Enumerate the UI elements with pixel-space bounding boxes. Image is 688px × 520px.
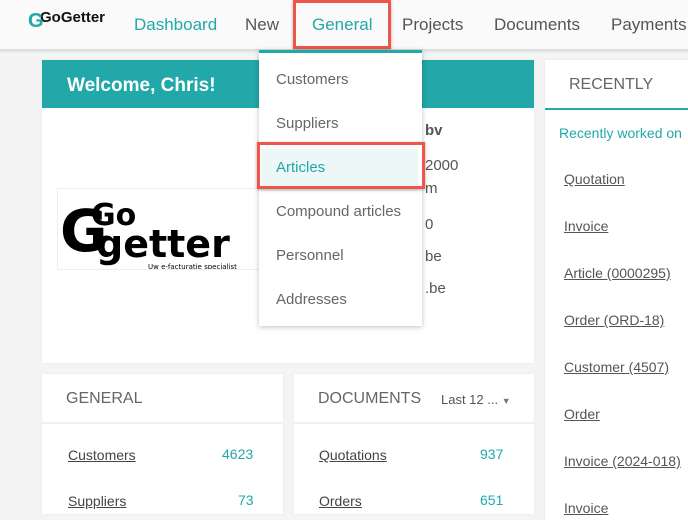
website-fragment: .be — [425, 280, 446, 297]
recently-title: RECENTLY — [545, 60, 688, 110]
company-name-fragment: bv — [425, 122, 443, 139]
general-customers-count: 4623 — [222, 446, 254, 462]
highlight-general — [293, 0, 391, 49]
general-title: GENERAL — [42, 374, 283, 424]
general-card: GENERAL Customers 4623 Suppliers 73 — [42, 374, 283, 514]
caret-down-icon: ▼ — [501, 396, 511, 406]
period-select[interactable]: Last 12 ... ▼ — [441, 392, 511, 407]
general-customers-link[interactable]: Customers — [68, 447, 136, 463]
recent-item[interactable]: Order (ORD-18) — [564, 312, 664, 328]
menu-item-addresses[interactable]: Addresses — [276, 291, 347, 308]
recent-item[interactable]: Invoice — [564, 218, 608, 234]
documents-quotations-count: 937 — [480, 446, 504, 462]
app-logo[interactable]: G GoGetter — [28, 10, 105, 31]
nav-documents[interactable]: Documents — [494, 15, 580, 35]
documents-orders-link[interactable]: Orders — [319, 493, 362, 509]
recent-item[interactable]: Customer (4507) — [564, 359, 669, 375]
menu-item-personnel[interactable]: Personnel — [276, 247, 344, 264]
menu-item-suppliers[interactable]: Suppliers — [276, 115, 339, 132]
recent-item[interactable]: Invoice — [564, 500, 608, 516]
address-fragment: 2000 — [425, 157, 459, 174]
menu-item-compound-articles[interactable]: Compound articles — [276, 203, 401, 220]
city-fragment: m — [425, 180, 438, 197]
svg-text:getter: getter — [96, 222, 230, 266]
nav-new[interactable]: New — [245, 15, 279, 35]
menu-item-customers[interactable]: Customers — [276, 71, 349, 88]
company-logo: G Go getter Uw e-facturatie specialist — [57, 188, 267, 270]
documents-card: DOCUMENTS Last 12 ... ▼ Quotations 937 O… — [294, 374, 534, 514]
recent-item[interactable]: Quotation — [564, 171, 625, 187]
highlight-articles — [257, 142, 425, 189]
email-fragment: be — [425, 248, 442, 265]
documents-quotations-link[interactable]: Quotations — [319, 447, 387, 463]
general-suppliers-link[interactable]: Suppliers — [68, 493, 126, 509]
recent-item[interactable]: Article (0000295) — [564, 265, 671, 281]
phone-fragment: 0 — [425, 216, 434, 233]
svg-text:Uw e-facturatie specialist: Uw e-facturatie specialist — [148, 263, 237, 270]
recently-subtitle: Recently worked on — [559, 125, 682, 141]
nav-payments[interactable]: Payments — [611, 15, 687, 35]
nav-dashboard[interactable]: Dashboard — [134, 15, 217, 35]
recent-item[interactable]: Invoice (2024-018) — [564, 453, 681, 469]
gogetter-logo-icon: G Go getter Uw e-facturatie specialist — [60, 197, 237, 270]
recent-item[interactable]: Order — [564, 406, 600, 422]
nav-projects[interactable]: Projects — [402, 15, 463, 35]
